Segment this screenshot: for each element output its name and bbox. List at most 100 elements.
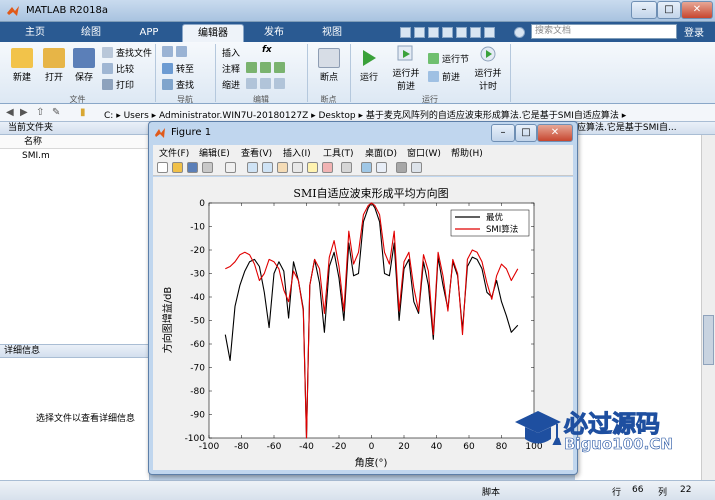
folder-path[interactable]: C: ▸ Users ▸ Administrator.WIN7U-2018012… bbox=[104, 108, 626, 121]
help-icon[interactable] bbox=[514, 27, 525, 38]
tab-view[interactable]: 视图 bbox=[306, 24, 358, 42]
address-folder-icon: ▮ bbox=[80, 107, 86, 118]
print-button[interactable]: 打印 bbox=[102, 78, 134, 91]
matlab-logo-icon bbox=[7, 6, 19, 16]
back-arrow-icon[interactable]: ◀ bbox=[6, 107, 14, 118]
tab-plots[interactable]: 绘图 bbox=[68, 24, 114, 42]
close-button[interactable]: ✕ bbox=[681, 1, 713, 19]
decrease-indent-icon bbox=[274, 78, 285, 89]
folder-up-icon[interactable]: ⇧ bbox=[36, 107, 44, 118]
menu-insert[interactable]: 插入(I) bbox=[283, 146, 311, 159]
quick-copy-icon[interactable] bbox=[428, 27, 439, 38]
forward-arrow-icon[interactable]: ▶ bbox=[20, 107, 28, 118]
quick-paste-icon[interactable] bbox=[442, 27, 453, 38]
maximize-button[interactable]: □ bbox=[657, 1, 681, 19]
rotate-icon[interactable] bbox=[292, 162, 303, 173]
zoom-in-icon[interactable] bbox=[247, 162, 258, 173]
sign-in-link[interactable]: 登录 bbox=[684, 24, 704, 39]
scroll-thumb[interactable] bbox=[703, 315, 714, 365]
hide-plot-tools-icon[interactable] bbox=[396, 162, 407, 173]
comment-button[interactable]: 注释 bbox=[222, 62, 240, 75]
figure-minimize-button[interactable]: – bbox=[491, 124, 515, 142]
insert-button[interactable]: 插入 bbox=[222, 46, 240, 59]
current-folder-panel: 当前文件夹 名称 SMI.m bbox=[0, 122, 150, 344]
print-figure-icon[interactable] bbox=[202, 162, 213, 173]
quick-redo-icon[interactable] bbox=[470, 27, 481, 38]
edit-tools[interactable] bbox=[246, 62, 288, 74]
figure-canvas: SMI自适应波束形成平均方向图 角度(°) 方向图增益/dB -100 -80 -6… bbox=[153, 177, 573, 470]
open-file-icon[interactable] bbox=[172, 162, 183, 173]
tab-apps[interactable]: APP bbox=[126, 24, 172, 42]
legend-icon[interactable] bbox=[376, 162, 387, 173]
minimize-button[interactable]: – bbox=[631, 1, 657, 19]
tab-editor[interactable]: 编辑器 bbox=[182, 24, 244, 42]
menu-view[interactable]: 查看(V) bbox=[241, 146, 272, 159]
pointer-icon[interactable] bbox=[225, 162, 236, 173]
menu-file[interactable]: 文件(F) bbox=[159, 146, 189, 159]
menu-edit[interactable]: 编辑(E) bbox=[199, 146, 230, 159]
data-cursor-icon[interactable] bbox=[307, 162, 318, 173]
file-row[interactable]: SMI.m bbox=[0, 149, 149, 163]
compare-button[interactable]: 比较 bbox=[102, 62, 134, 75]
row-value: 66 bbox=[632, 485, 644, 495]
quick-save-icon[interactable] bbox=[400, 27, 411, 38]
figure-maximize-button[interactable]: □ bbox=[515, 124, 537, 142]
find-button[interactable]: 查找 bbox=[162, 78, 194, 91]
indent-tools[interactable] bbox=[246, 78, 288, 90]
x-tick-label: 40 bbox=[431, 442, 443, 452]
find-files-button[interactable]: 查找文件 bbox=[102, 46, 152, 59]
run-button[interactable]: 运行 bbox=[354, 48, 384, 83]
quick-cut-icon[interactable] bbox=[414, 27, 425, 38]
run-and-time-button[interactable]: 运行并 计时 bbox=[470, 44, 506, 92]
watermark-text-cn: 必过源码 bbox=[564, 410, 661, 439]
pan-icon[interactable] bbox=[277, 162, 288, 173]
nav-back-forward[interactable] bbox=[162, 46, 190, 58]
y-tick-label: -50 bbox=[190, 317, 205, 327]
open-button[interactable]: 打开 bbox=[38, 48, 70, 83]
tab-home[interactable]: 主页 bbox=[14, 24, 56, 42]
tab-publish[interactable]: 发布 bbox=[250, 24, 298, 42]
menu-tools[interactable]: 工具(T) bbox=[323, 146, 354, 159]
save-icon bbox=[73, 48, 95, 68]
new-figure-icon[interactable] bbox=[157, 162, 168, 173]
save-figure-icon[interactable] bbox=[187, 162, 198, 173]
run-and-advance-button[interactable]: 运行并 前进 bbox=[388, 44, 424, 92]
y-tick-label: -90 bbox=[190, 411, 205, 421]
browse-folder-icon[interactable]: ✎ bbox=[52, 107, 60, 118]
x-axis-label: 角度(°) bbox=[355, 456, 388, 469]
editor-tab-header[interactable]: 应算法.它是基于SMI自... bbox=[575, 122, 715, 135]
advance-icon bbox=[428, 71, 439, 82]
menu-help[interactable]: 帮助(H) bbox=[451, 146, 483, 159]
title-bar: MATLAB R2018a – □ ✕ bbox=[0, 0, 715, 22]
figure-title: Figure 1 bbox=[171, 127, 212, 138]
chart-legend[interactable]: 最优 SMI算法 bbox=[450, 209, 530, 237]
current-folder-header: 当前文件夹 bbox=[0, 122, 149, 135]
editor-scrollbar[interactable] bbox=[701, 135, 715, 480]
quick-undo-icon[interactable] bbox=[456, 27, 467, 38]
show-plot-tools-icon[interactable] bbox=[411, 162, 422, 173]
search-documentation-input[interactable]: 搜索文档 bbox=[531, 24, 677, 39]
new-button[interactable]: 新建 bbox=[6, 48, 38, 83]
breakpoints-button[interactable]: 断点 bbox=[312, 48, 346, 83]
group-edit: 编辑 bbox=[253, 95, 269, 104]
run-section-button[interactable]: 运行节 bbox=[428, 52, 469, 65]
status-mode: 脚本 bbox=[482, 488, 501, 498]
status-bar: 脚本 行 66 列 22 bbox=[0, 480, 715, 500]
save-button[interactable]: 保存 bbox=[68, 48, 100, 83]
menu-window[interactable]: 窗口(W) bbox=[407, 146, 441, 159]
zoom-out-icon[interactable] bbox=[262, 162, 273, 173]
colorbar-icon[interactable] bbox=[361, 162, 372, 173]
increase-indent-icon bbox=[260, 78, 271, 89]
link-plot-icon[interactable] bbox=[341, 162, 352, 173]
row-label: 行 bbox=[612, 488, 622, 498]
menu-desktop[interactable]: 桌面(D) bbox=[365, 146, 397, 159]
brush-icon[interactable] bbox=[322, 162, 333, 173]
quick-switch-icon[interactable] bbox=[484, 27, 495, 38]
name-column-header[interactable]: 名称 bbox=[0, 135, 149, 149]
legend-label-optimal: 最优 bbox=[486, 212, 504, 223]
insert-function-button[interactable]: fx bbox=[262, 45, 272, 55]
goto-button[interactable]: 转至 bbox=[162, 62, 194, 75]
indent-button[interactable]: 缩进 bbox=[222, 78, 240, 91]
advance-button[interactable]: 前进 bbox=[428, 70, 460, 83]
figure-close-button[interactable]: ✕ bbox=[537, 124, 573, 142]
